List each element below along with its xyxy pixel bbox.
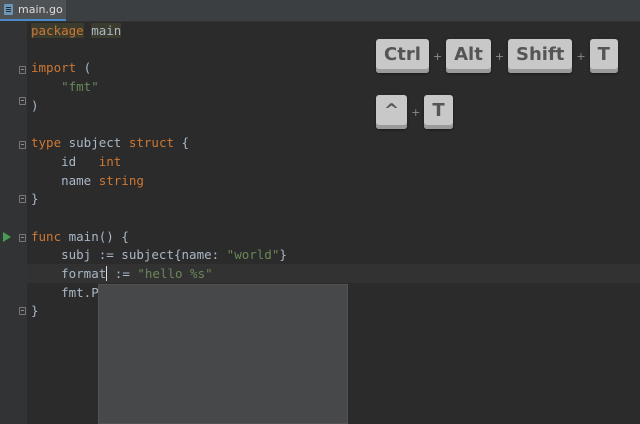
plus-separator: + — [494, 49, 505, 63]
go-file-icon — [4, 4, 13, 15]
key-cap: ^ — [376, 95, 408, 129]
code-token: name — [31, 172, 99, 188]
code-line: "fmt" — [31, 78, 287, 97]
code-token: "hello %s" — [137, 265, 213, 281]
code-token: "world" — [226, 247, 280, 263]
code-line: name string — [31, 172, 287, 191]
code-line: subj := subject{name: "world"} — [31, 246, 287, 265]
code-token: ( — [76, 60, 92, 76]
code-token: subj := subject{name: — [31, 247, 227, 263]
code-line: func main() { — [31, 228, 287, 247]
editor-gutter — [0, 22, 27, 424]
ide-window: main.go package main import ( "fmt") type … — [0, 0, 640, 424]
code-token: } — [31, 191, 39, 207]
fold-import-end-icon[interactable] — [19, 97, 26, 105]
code-line: import ( — [31, 59, 287, 78]
code-token: } — [279, 247, 287, 263]
key-cap: T — [589, 39, 618, 73]
code-token: { — [174, 135, 190, 151]
code-token: main() { — [61, 228, 129, 244]
code-token: ) — [31, 97, 39, 113]
code-line: id int — [31, 153, 287, 172]
code-token: func — [31, 228, 62, 244]
plus-separator: + — [411, 105, 421, 119]
key-cap: Ctrl — [376, 39, 429, 73]
code-token: format — [31, 265, 107, 281]
code-line: } — [31, 190, 287, 209]
plus-separator: + — [576, 49, 586, 63]
fold-func-icon[interactable] — [19, 234, 26, 242]
code-token: subject — [61, 135, 129, 151]
code-token: string — [98, 172, 144, 188]
tab-label: main.go — [18, 3, 63, 16]
code-line: ) — [31, 97, 287, 116]
code-line: package main — [31, 22, 287, 41]
code-line: type subject struct { — [31, 134, 287, 153]
fold-struct-icon[interactable] — [19, 141, 26, 149]
code-token: int — [98, 153, 122, 169]
key-cap: T — [424, 95, 453, 129]
shortcut-row-mac: ^ + T — [376, 95, 453, 129]
code-token: package — [31, 23, 84, 38]
code-token: import — [31, 60, 77, 76]
editor-tab-bar: main.go — [0, 0, 640, 22]
code-editor[interactable]: package main import ( "fmt") type subject … — [31, 22, 287, 321]
code-token: struct — [128, 135, 174, 151]
code-token: } — [31, 303, 39, 319]
code-line: format := "hello %s" — [31, 265, 287, 284]
shortcut-row-primary: Ctrl + Alt + Shift + T — [376, 39, 618, 73]
code-token: main — [91, 23, 122, 38]
fold-struct-end-icon[interactable] — [19, 195, 26, 203]
key-cap: Alt — [446, 39, 491, 73]
tab-main-go[interactable]: main.go — [0, 0, 66, 21]
fold-func-end-icon[interactable] — [19, 307, 26, 315]
code-token: fmt.Pr — [31, 284, 107, 300]
run-icon[interactable] — [3, 232, 11, 242]
completion-popup[interactable] — [98, 284, 348, 424]
code-token: "fmt" — [61, 79, 99, 95]
plus-separator: + — [432, 49, 443, 63]
key-cap: Shift — [508, 39, 573, 73]
code-token: := — [107, 265, 138, 281]
fold-import-icon[interactable] — [19, 66, 26, 74]
code-token: type — [31, 135, 62, 151]
code-token: id — [31, 153, 99, 169]
